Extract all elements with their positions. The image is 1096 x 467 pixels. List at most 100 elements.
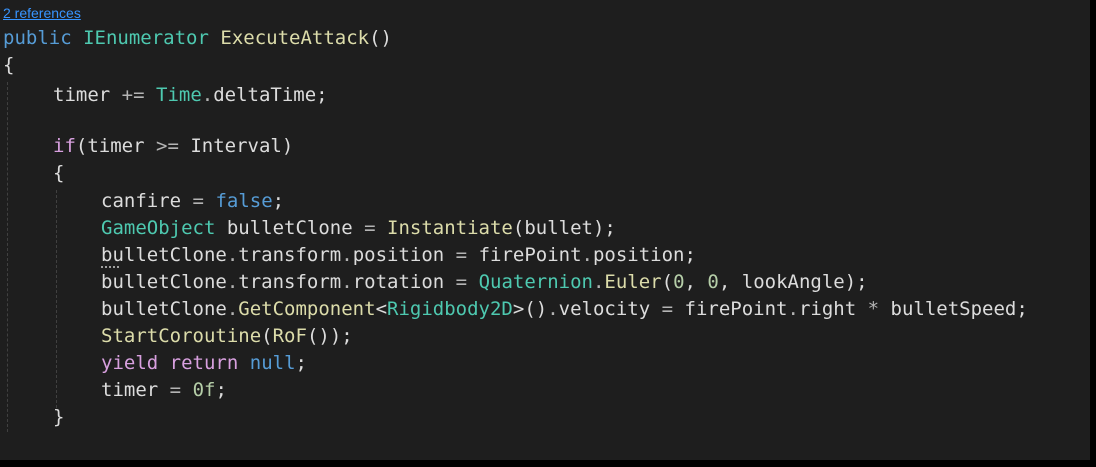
code-line[interactable]: bulletClone.transform.position = firePoi… (101, 242, 696, 269)
number-literal: 0 (673, 271, 685, 293)
property-transform: transform (238, 271, 342, 293)
close-brace: } (53, 406, 65, 428)
keyword-return: return (169, 352, 239, 374)
code-line[interactable]: } (53, 404, 64, 431)
punctuation: ()); (306, 325, 353, 347)
punctuation: ; (215, 379, 227, 401)
punctuation: . (226, 298, 239, 320)
punctuation: . (226, 244, 239, 266)
variable-timer: timer (101, 379, 159, 401)
open-brace: { (3, 54, 15, 76)
code-line[interactable]: if(timer >= Interval) (53, 133, 293, 160)
indent-guide (7, 82, 8, 432)
keyword-false: false (215, 190, 273, 212)
code-line[interactable]: bulletClone.GetComponent<Rigidbody2D>().… (101, 296, 1028, 323)
property-position: position (592, 244, 685, 266)
indent-guide (56, 190, 57, 408)
punctuation: ( (261, 325, 273, 347)
punctuation: ( (661, 271, 674, 293)
operator: * (867, 298, 880, 320)
variable-timer: timer (87, 135, 145, 157)
method-name: ExecuteAttack (220, 27, 370, 49)
punctuation: . (226, 271, 239, 293)
punctuation: () (524, 298, 548, 320)
keyword-if: if (53, 135, 76, 157)
punctuation: ( (512, 217, 525, 239)
suggestion-dots[interactable] (101, 262, 119, 268)
operator: = (661, 298, 674, 320)
type-quaternion: Quaternion (478, 271, 593, 293)
code-line[interactable]: { (3, 52, 14, 79)
variable-lookangle: lookAngle (741, 271, 845, 293)
operator: += (121, 84, 145, 106)
punctuation: ; (316, 84, 328, 106)
punctuation: . (341, 271, 353, 293)
variable-bulletclone: bulletClone (101, 244, 227, 266)
keyword-null: null (249, 352, 296, 374)
method-startcoroutine: StartCoroutine (101, 325, 262, 347)
code-line[interactable]: public IEnumerator ExecuteAttack() (3, 25, 392, 52)
property-velocity: velocity (558, 298, 651, 320)
method-instantiate: Instantiate (387, 217, 513, 239)
codelens-references-link[interactable]: 2 references (3, 4, 81, 22)
punctuation: . (547, 298, 559, 320)
punctuation: ) (281, 135, 294, 157)
punctuation: . (592, 271, 605, 293)
punctuation: () (369, 27, 392, 49)
code-line[interactable]: timer += Time.deltaTime; (53, 82, 328, 109)
code-line[interactable]: yield return null; (101, 350, 307, 377)
punctuation: ( (75, 135, 88, 157)
punctuation: , (684, 271, 708, 293)
method-getcomponent: GetComponent (238, 298, 376, 320)
operator: = (455, 271, 468, 293)
operator: >= (156, 135, 179, 157)
operator: = (364, 217, 376, 239)
code-line[interactable]: GameObject bulletClone = Instantiate(bul… (101, 215, 616, 242)
variable-bulletclone: bulletClone (101, 298, 227, 320)
punctuation: . (201, 84, 214, 106)
code-line[interactable]: timer = 0f; (101, 377, 227, 404)
type-ienumerator: IEnumerator (83, 27, 209, 49)
punctuation: > (512, 298, 525, 320)
variable-timer: timer (53, 84, 111, 106)
property-transform: transform (238, 244, 342, 266)
type-time: Time (156, 84, 202, 106)
variable-interval: Interval (190, 135, 282, 157)
operator: = (455, 244, 468, 266)
number-literal: 0 (707, 271, 719, 293)
punctuation: . (581, 244, 593, 266)
code-line[interactable]: canfire = false; (101, 188, 284, 215)
variable-firepoint: firePoint (684, 298, 788, 320)
punctuation: ); (592, 217, 616, 239)
variable-bullet: bullet (524, 217, 593, 239)
code-line[interactable]: bulletClone.transform.rotation = Quatern… (101, 269, 868, 296)
punctuation: ; (1016, 298, 1028, 320)
code-line[interactable]: { (53, 160, 64, 187)
type-gameobject: GameObject (101, 217, 216, 239)
operator: = (169, 379, 182, 401)
variable-bulletclone: bulletClone (101, 271, 227, 293)
punctuation: ; (684, 244, 696, 266)
method-rof: RoF (272, 325, 307, 347)
variable-firepoint: firePoint (478, 244, 582, 266)
property-deltatime: deltaTime (213, 84, 317, 106)
method-euler: Euler (604, 271, 662, 293)
variable-canfire: canfire (101, 190, 182, 212)
code-line[interactable]: StartCoroutine(RoF()); (101, 323, 353, 350)
open-brace: { (53, 162, 65, 184)
punctuation: ; (295, 352, 307, 374)
number-literal: 0f (192, 379, 216, 401)
keyword-public: public (3, 27, 72, 49)
property-position: position (352, 244, 445, 266)
punctuation: ; (272, 190, 285, 212)
variable-bulletclone: bulletClone (226, 217, 353, 239)
code-editor[interactable]: 2 references public IEnumerator ExecuteA… (0, 0, 1090, 460)
punctuation: , (718, 271, 742, 293)
punctuation: ); (844, 271, 868, 293)
variable-bulletspeed: bulletSpeed (890, 298, 1017, 320)
type-rigidbody2d: Rigidbody2D (387, 298, 513, 320)
keyword-yield: yield (101, 352, 159, 374)
property-right: right (798, 298, 857, 320)
punctuation: < (375, 298, 388, 320)
punctuation: . (787, 298, 799, 320)
